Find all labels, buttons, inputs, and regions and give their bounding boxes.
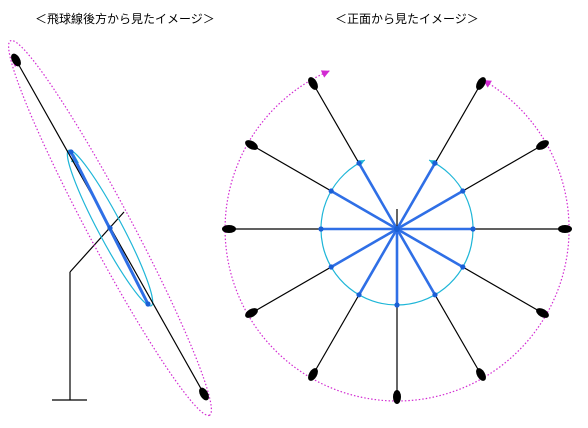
joint-bottom — [145, 301, 151, 307]
club-head-4 — [536, 308, 549, 318]
joint-top — [68, 149, 74, 155]
spoke-joint-9 — [318, 226, 324, 232]
spoke-joint-8 — [328, 264, 334, 270]
club-head-11 — [308, 77, 318, 90]
spoke-joint-7 — [356, 292, 362, 298]
spoke-joint-6 — [394, 302, 400, 308]
outer-swing-arc-left — [224, 70, 398, 402]
club-head-bottom — [199, 387, 209, 401]
spoke-joint-5 — [432, 292, 438, 298]
club-head-9 — [222, 225, 236, 233]
hub — [394, 226, 400, 232]
club-head-10 — [245, 140, 258, 150]
inner-swing-arc-right — [396, 159, 474, 306]
outer-swing-arc — [7, 39, 213, 417]
outer-swing-arc-right — [396, 79, 570, 402]
spoke-joint-2 — [460, 188, 466, 194]
spoke-joint-4 — [460, 264, 466, 270]
club-head-5 — [476, 368, 486, 381]
club-head-2 — [536, 140, 549, 150]
club-head-6 — [393, 390, 401, 404]
swing-diagram — [7, 39, 572, 417]
spoke-joint-11 — [356, 160, 362, 166]
behind-view — [7, 39, 213, 417]
club-head-7 — [308, 368, 318, 381]
spoke-joint-1 — [432, 160, 438, 166]
outer-arc-arrowhead-left — [320, 70, 330, 78]
front-view — [222, 70, 572, 404]
club-head-3 — [558, 225, 572, 233]
spoke-joint-10 — [328, 188, 334, 194]
club-head-8 — [245, 308, 258, 318]
inner-swing-arc-left — [320, 159, 398, 306]
joint-center — [107, 225, 113, 231]
spoke-joint-3 — [470, 226, 476, 232]
